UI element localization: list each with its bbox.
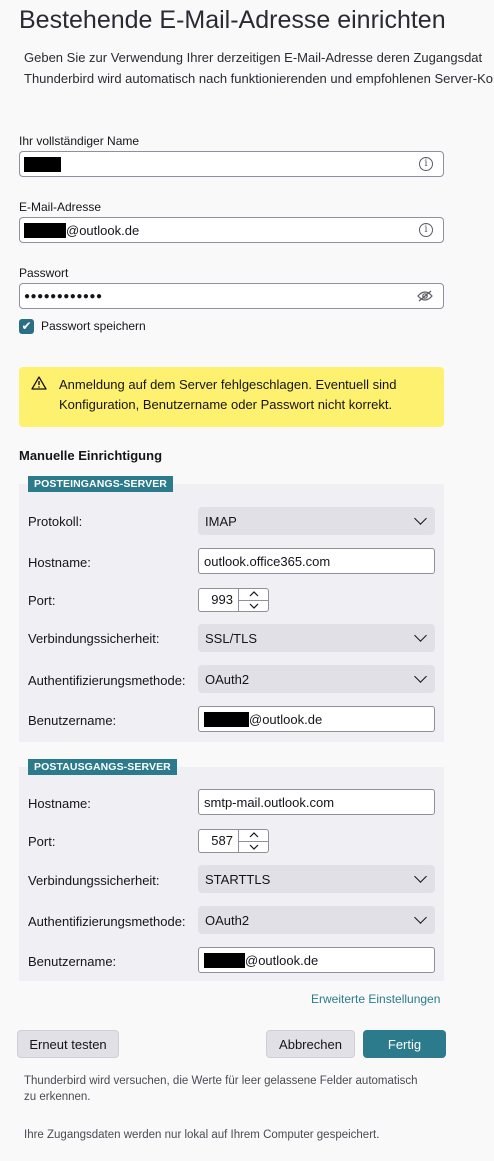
outgoing-port-value[interactable]: 587 xyxy=(198,829,238,853)
advanced-settings-link[interactable]: Erweiterte Einstellungen xyxy=(311,992,440,1006)
password-value: ●●●●●●●●●●●● xyxy=(24,290,103,302)
incoming-username-label: Benutzername: xyxy=(28,713,117,728)
redacted-username xyxy=(204,711,249,727)
redacted-name xyxy=(24,156,61,172)
email-field[interactable]: @outlook.de i xyxy=(19,217,444,243)
incoming-security-select[interactable]: SSL/TLS xyxy=(198,624,435,652)
remember-password-label: Passwort speichern xyxy=(41,319,146,333)
page-title: Bestehende E-Mail-Adresse einrichten xyxy=(19,6,446,34)
outgoing-auth-select[interactable]: OAuth2 xyxy=(198,906,435,934)
chevron-down-icon xyxy=(414,911,427,924)
decrement-button[interactable] xyxy=(239,840,268,853)
alert-message: Anmeldung auf dem Server fehlgeschlagen.… xyxy=(59,375,397,415)
local-storage-note: Ihre Zugangsdaten werden nur lokal auf I… xyxy=(24,1129,380,1141)
password-label: Passwort xyxy=(19,266,69,280)
incoming-protocol-value: IMAP xyxy=(205,513,237,529)
chevron-down-icon xyxy=(414,629,427,642)
email-label: E-Mail-Adresse xyxy=(19,200,102,214)
chevron-down-icon xyxy=(414,512,427,525)
chevron-up-icon xyxy=(249,591,258,597)
retest-button[interactable]: Erneut testen xyxy=(17,1030,119,1058)
incoming-protocol-select[interactable]: IMAP xyxy=(198,507,435,535)
outgoing-username-label: Benutzername: xyxy=(28,954,117,969)
outgoing-hostname-input[interactable]: smtp-mail.outlook.com xyxy=(198,789,435,815)
autodetect-note: Thunderbird wird versuchen, die Werte fü… xyxy=(24,1073,418,1105)
done-button[interactable]: Fertig xyxy=(363,1030,446,1058)
outgoing-auth-label: Authentifizierungsmethode: xyxy=(28,914,186,929)
incoming-auth-select[interactable]: OAuth2 xyxy=(198,665,435,693)
outgoing-security-label: Verbindungssicherheit: xyxy=(28,873,160,888)
incoming-port-value[interactable]: 993 xyxy=(198,588,238,612)
name-field[interactable]: i xyxy=(19,151,444,177)
incoming-username-input[interactable]: @outlook.de xyxy=(198,706,435,732)
outgoing-security-value: STARTTLS xyxy=(205,871,271,887)
chevron-up-icon xyxy=(249,832,258,838)
outgoing-username-suffix: @outlook.de xyxy=(245,952,319,968)
error-alert: Anmeldung auf dem Server fehlgeschlagen.… xyxy=(19,367,444,427)
warning-icon xyxy=(31,376,47,393)
incoming-username-suffix: @outlook.de xyxy=(249,711,323,727)
cancel-button[interactable]: Abbrechen xyxy=(266,1030,355,1058)
info-icon: i xyxy=(419,157,433,171)
info-icon: i xyxy=(419,223,433,237)
incoming-server-badge: POSTEINGANGS-SERVER xyxy=(28,476,173,492)
autodetect-note-line-2: zu erkennen. xyxy=(24,1091,91,1103)
intro-line-1: Geben Sie zur Verwendung Ihrer derzeitig… xyxy=(24,50,483,65)
incoming-port-stepper[interactable]: 993 xyxy=(198,588,269,612)
name-label: Ihr vollständiger Name xyxy=(19,134,140,148)
outgoing-hostname-label: Hostname: xyxy=(28,796,91,811)
redacted-email-user xyxy=(24,222,66,238)
incoming-security-value: SSL/TLS xyxy=(205,630,258,646)
chevron-down-icon xyxy=(249,603,258,609)
outgoing-security-select[interactable]: STARTTLS xyxy=(198,865,435,893)
email-suffix: @outlook.de xyxy=(66,222,140,238)
chevron-down-icon xyxy=(414,870,427,883)
eye-slash-icon[interactable] xyxy=(417,290,433,302)
incoming-hostname-label: Hostname: xyxy=(28,555,91,570)
incoming-security-label: Verbindungssicherheit: xyxy=(28,631,160,646)
alert-line-2: Konfiguration, Benutzername oder Passwor… xyxy=(59,397,393,412)
increment-button[interactable] xyxy=(239,589,268,600)
intro-line-2: Thunderbird wird automatisch nach funkti… xyxy=(24,71,494,86)
chevron-down-icon xyxy=(249,844,258,850)
decrement-button[interactable] xyxy=(239,599,268,612)
autodetect-note-line-1: Thunderbird wird versuchen, die Werte fü… xyxy=(24,1075,418,1087)
increment-button[interactable] xyxy=(239,830,268,841)
manual-setup-heading: Manuelle Einrichtigung xyxy=(19,448,163,463)
outgoing-server-badge: POSTAUSGANGS-SERVER xyxy=(28,759,177,775)
incoming-hostname-input[interactable]: outlook.office365.com xyxy=(198,548,435,574)
outgoing-username-input[interactable]: @outlook.de xyxy=(198,947,435,973)
outgoing-auth-value: OAuth2 xyxy=(205,912,250,928)
incoming-protocol-label: Protokoll: xyxy=(28,514,83,529)
incoming-port-label: Port: xyxy=(28,593,56,608)
incoming-auth-label: Authentifizierungsmethode: xyxy=(28,673,186,688)
outgoing-port-label: Port: xyxy=(28,834,56,849)
outgoing-port-stepper[interactable]: 587 xyxy=(198,829,269,853)
remember-password-checkbox[interactable]: ✔ xyxy=(19,319,34,334)
redacted-username xyxy=(204,952,245,968)
incoming-auth-value: OAuth2 xyxy=(205,671,250,687)
password-field[interactable]: ●●●●●●●●●●●● xyxy=(19,283,444,309)
chevron-down-icon xyxy=(414,670,427,683)
intro-text: Geben Sie zur Verwendung Ihrer derzeitig… xyxy=(24,47,493,89)
alert-line-1: Anmeldung auf dem Server fehlgeschlagen.… xyxy=(59,377,397,392)
